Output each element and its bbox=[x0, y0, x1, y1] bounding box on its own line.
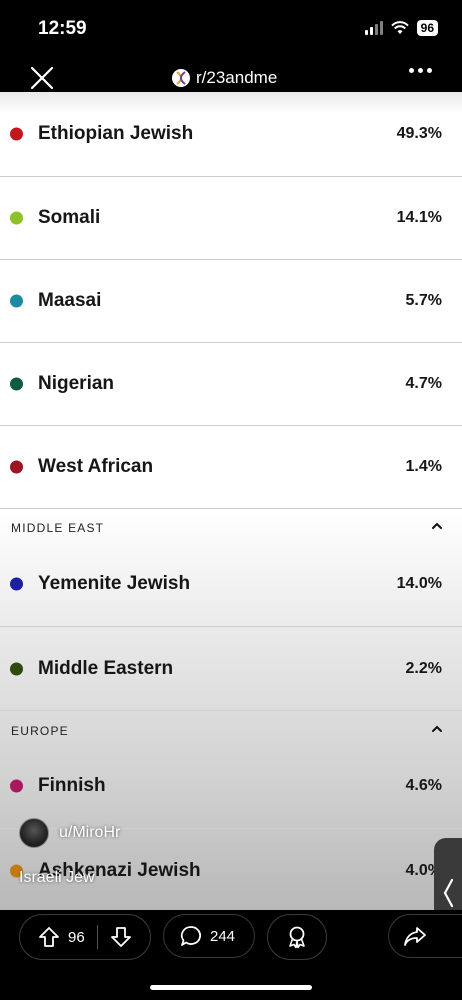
ancestry-percent: 14.1% bbox=[396, 209, 442, 226]
comments-button[interactable]: 244 bbox=[163, 914, 255, 958]
ancestry-row: Nigerian 4.7% bbox=[0, 343, 462, 426]
ancestry-percent: 4.6% bbox=[405, 777, 442, 794]
ancestry-name: Maasai bbox=[38, 290, 102, 311]
chevron-up-icon bbox=[432, 522, 442, 529]
signal-icon bbox=[364, 21, 383, 35]
section-title: EUROPE bbox=[11, 724, 69, 738]
ancestry-row: Yemenite Jewish 14.0% bbox=[0, 542, 462, 627]
ancestry-row: Maasai 5.7% bbox=[0, 260, 462, 343]
award-button[interactable] bbox=[267, 914, 327, 960]
section-title: MIDDLE EAST bbox=[11, 521, 105, 535]
subreddit-name: r/23andme bbox=[196, 68, 278, 87]
color-dot bbox=[10, 127, 23, 141]
upvote-button[interactable]: 96 bbox=[20, 926, 85, 948]
downvote-arrow-icon bbox=[110, 927, 131, 947]
close-icon bbox=[30, 66, 54, 90]
comment-count: 244 bbox=[210, 927, 236, 945]
ancestry-row: Middle Eastern 2.2% bbox=[0, 628, 462, 711]
color-dot bbox=[10, 662, 23, 676]
color-dot bbox=[10, 577, 23, 591]
close-button[interactable] bbox=[26, 62, 58, 94]
upvote-arrow-icon bbox=[39, 927, 59, 947]
ancestry-name: Middle Eastern bbox=[38, 658, 174, 679]
more-icon bbox=[409, 68, 414, 73]
ancestry-row: West African 1.4% bbox=[0, 426, 462, 509]
home-indicator[interactable] bbox=[150, 985, 312, 990]
comment-bubble-icon bbox=[180, 926, 201, 946]
subreddit-link[interactable]: r/23andme bbox=[172, 68, 277, 88]
chevron-left-icon bbox=[443, 878, 454, 908]
ancestry-name: West African bbox=[38, 456, 154, 477]
color-dot bbox=[10, 294, 23, 308]
status-bar: 12:59 96 bbox=[0, 0, 462, 60]
more-options-button[interactable] bbox=[409, 68, 432, 73]
post-author[interactable]: u/MiroHr bbox=[19, 818, 120, 848]
downvote-button[interactable] bbox=[98, 926, 132, 948]
chevron-up-icon bbox=[432, 725, 442, 732]
ancestry-percent: 1.4% bbox=[405, 458, 442, 475]
color-dot bbox=[10, 377, 23, 391]
status-icons: 96 bbox=[364, 20, 438, 36]
share-button[interactable] bbox=[388, 914, 462, 958]
ancestry-row: Somali 14.1% bbox=[0, 177, 462, 260]
color-dot bbox=[10, 211, 23, 225]
upvote-count: 96 bbox=[68, 928, 85, 946]
color-dot bbox=[10, 460, 23, 474]
ancestry-name: Ethiopian Jewish bbox=[38, 123, 194, 144]
ancestry-percent: 2.2% bbox=[405, 660, 442, 677]
ancestry-row: Finnish 4.6% bbox=[0, 744, 462, 829]
dna-icon bbox=[176, 71, 186, 85]
ancestry-percent: 5.7% bbox=[405, 292, 442, 309]
ancestry-name: Somali bbox=[38, 207, 101, 228]
battery-indicator: 96 bbox=[416, 20, 438, 36]
collapse-button[interactable] bbox=[430, 722, 444, 741]
ancestry-composition: Ethiopian Jewish 49.3% Somali 14.1% Maas… bbox=[0, 92, 462, 910]
ancestry-name: Finnish bbox=[38, 775, 106, 796]
post-action-bar: 96 244 bbox=[0, 910, 462, 1000]
status-time: 12:59 bbox=[38, 18, 87, 39]
ancestry-row: Ethiopian Jewish 49.3% bbox=[0, 92, 462, 177]
collapse-button[interactable] bbox=[430, 519, 444, 538]
ancestry-percent: 49.3% bbox=[396, 125, 442, 142]
ancestry-percent: 14.0% bbox=[396, 575, 442, 592]
section-header-europe: EUROPE bbox=[0, 712, 462, 748]
username: u/MiroHr bbox=[59, 824, 121, 841]
vote-control: 96 bbox=[19, 914, 151, 960]
ancestry-name: Yemenite Jewish bbox=[38, 573, 191, 594]
ancestry-name: Nigerian bbox=[38, 373, 115, 394]
section-header-middle-east: MIDDLE EAST bbox=[0, 509, 462, 545]
color-dot bbox=[10, 779, 23, 793]
avatar bbox=[19, 818, 49, 848]
award-icon bbox=[289, 926, 305, 949]
subreddit-avatar bbox=[172, 69, 190, 87]
ancestry-percent: 4.7% bbox=[405, 375, 442, 392]
share-arrow-icon bbox=[404, 927, 426, 946]
post-title[interactable]: Israeli Jew bbox=[19, 869, 95, 887]
wifi-icon bbox=[390, 21, 409, 34]
post-nav-bar: r/23andme bbox=[0, 60, 462, 94]
